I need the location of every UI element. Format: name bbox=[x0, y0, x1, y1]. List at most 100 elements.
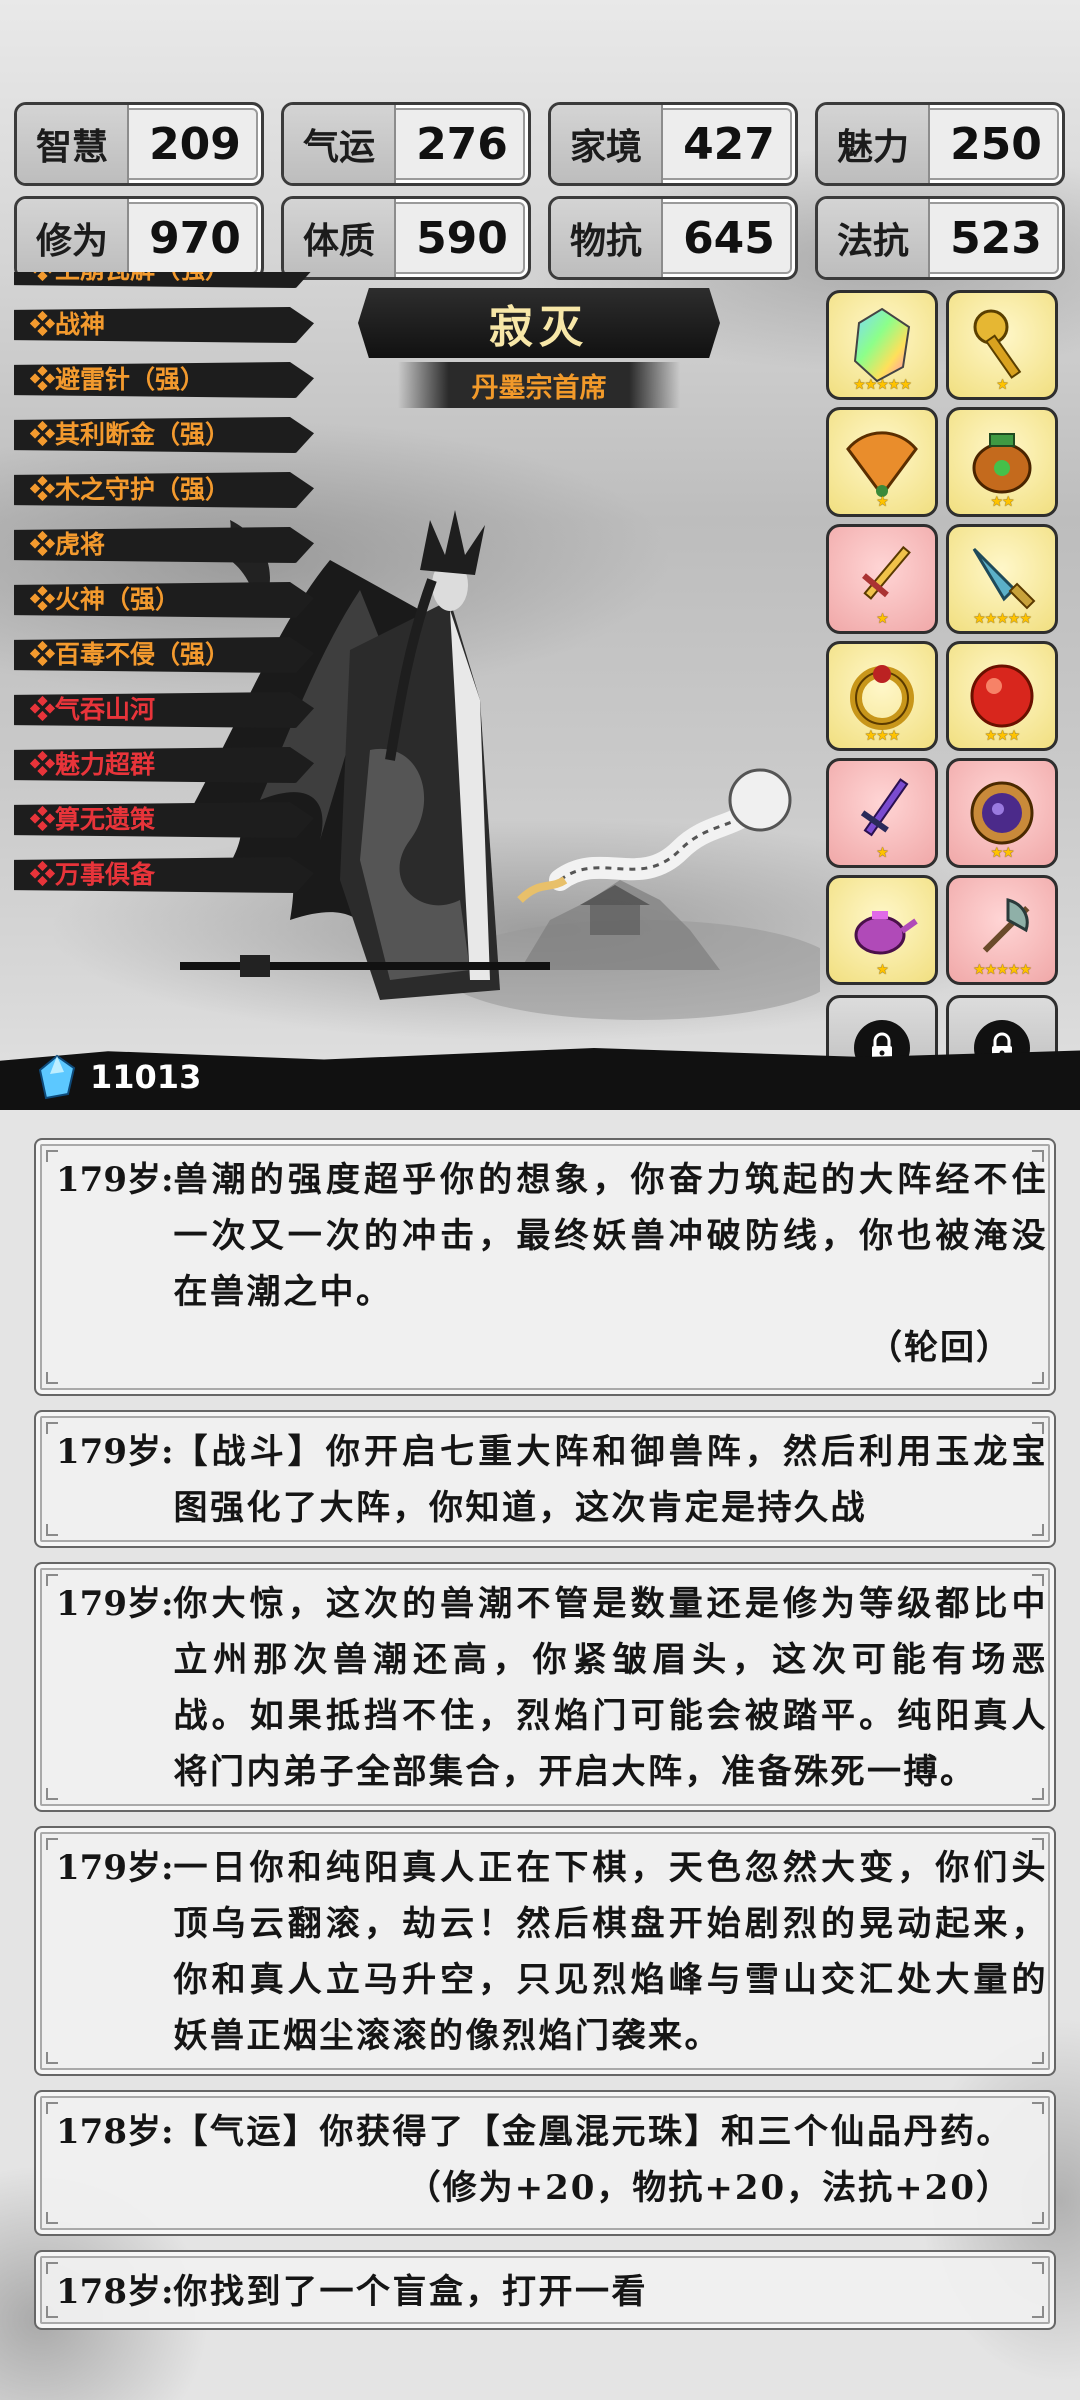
trait-label: ❖气吞山河 bbox=[30, 695, 156, 724]
traits-list: ❖土崩瓦解（强） ❖战神 ❖避雷针（强） ❖其利断金（强） ❖木之守护（强） ❖… bbox=[14, 272, 314, 908]
log-entry: 179岁: 一日你和纯阳真人正在下棋，天色忽然大变，你们头顶乌云翻滚，劫云！然后… bbox=[34, 1826, 1056, 2076]
trait-label: ❖百毒不侵（强） bbox=[30, 640, 231, 669]
gold-ring-icon bbox=[850, 665, 914, 730]
stat-label: 物抗 bbox=[551, 199, 663, 277]
item-stars: ★ bbox=[876, 962, 889, 978]
stat-label: 修为 bbox=[17, 199, 129, 277]
gem-count: 11013 bbox=[90, 1058, 202, 1096]
item-slot[interactable]: ★★★★★ bbox=[946, 524, 1058, 634]
stat-charm: 魅力 250 bbox=[815, 102, 1065, 186]
item-stars: ★ bbox=[876, 845, 889, 861]
item-stars: ★★★★★ bbox=[973, 611, 1032, 627]
event-log[interactable]: 179岁: 兽潮的强度超乎你的想象，你奋力筑起的大阵经不住一次又一次的冲击，最终… bbox=[34, 1138, 1056, 2344]
item-slot[interactable]: ★ bbox=[826, 524, 938, 634]
stat-constitution: 体质 590 bbox=[281, 196, 531, 280]
folding-fan-icon bbox=[846, 431, 918, 498]
log-note: （修为+20，物抗+20，法抗+20） bbox=[406, 2168, 1012, 2208]
stat-value: 645 bbox=[683, 212, 775, 264]
character-name: 寂灭 bbox=[358, 288, 720, 358]
item-slot[interactable]: ★ bbox=[826, 758, 938, 868]
stat-value: 276 bbox=[416, 118, 508, 170]
stat-cultivation: 修为 970 bbox=[14, 196, 264, 280]
stat-magic-resist: 法抗 523 bbox=[815, 196, 1065, 280]
item-slot[interactable]: ★★★ bbox=[826, 641, 938, 751]
trait-label: ❖避雷针（强） bbox=[30, 365, 206, 394]
log-text: 【战斗】你开启七重大阵和御兽阵，然后利用玉龙宝图强化了大阵，你知道，这次肯定是持… bbox=[173, 1432, 1048, 1528]
trait-item[interactable]: ❖魅力超群 bbox=[14, 743, 314, 787]
item-slot[interactable]: ★★★ bbox=[946, 641, 1058, 751]
trait-item[interactable]: ❖算无遗策 bbox=[14, 798, 314, 842]
trait-label: ❖魅力超群 bbox=[30, 750, 156, 779]
log-text: 【气运】你获得了【金凰混元珠】和三个仙品丹药。 bbox=[173, 2112, 1014, 2152]
item-stars: ★★★★★ bbox=[973, 962, 1032, 978]
log-entry: 178岁: 你找到了一个盲盒，打开一看 bbox=[34, 2250, 1056, 2330]
item-slot[interactable]: ★ bbox=[946, 290, 1058, 400]
equipment-grid: ★★★★★ ★ ★ ★★ ★ ★★★★★ ★★★ ★★★ ★ ★★ ★ ★★★★… bbox=[826, 290, 1066, 1101]
item-slot[interactable]: ★ bbox=[826, 407, 938, 517]
stat-value: 209 bbox=[149, 118, 241, 170]
red-pearl-icon bbox=[970, 664, 1034, 728]
trait-item[interactable]: ❖木之守护（强） bbox=[14, 468, 314, 512]
log-note: （轮回） bbox=[868, 1328, 1012, 1368]
item-stars: ★★★ bbox=[984, 728, 1021, 744]
trait-item[interactable]: ❖战神 bbox=[14, 303, 314, 347]
log-text: 你大惊，这次的兽潮不管是数量还是修为等级都比中立州那次兽潮还高，你紧皱眉头，这次… bbox=[173, 1584, 1048, 1792]
trait-item[interactable]: ❖避雷针（强） bbox=[14, 358, 314, 402]
trait-label: ❖木之守护（强） bbox=[30, 475, 231, 504]
log-text: 一日你和纯阳真人正在下棋，天色忽然大变，你们头顶乌云翻滚，劫云！然后棋盘开始剧烈… bbox=[173, 1848, 1048, 2056]
trait-label: ❖战神 bbox=[30, 310, 106, 339]
item-stars: ★★ bbox=[990, 494, 1014, 510]
item-stars: ★★★★★ bbox=[853, 377, 912, 393]
log-age: 179岁: bbox=[56, 1160, 174, 1200]
trait-label: ❖火神（强） bbox=[30, 585, 181, 614]
blue-gem-icon bbox=[38, 1054, 76, 1100]
stat-label: 气运 bbox=[284, 105, 396, 183]
stat-value: 970 bbox=[149, 212, 241, 264]
item-slot[interactable]: ★ bbox=[826, 875, 938, 985]
stat-wisdom: 智慧 209 bbox=[14, 102, 264, 186]
trait-label: ❖万事俱备 bbox=[30, 860, 156, 889]
trait-label: ❖其利断金（强） bbox=[30, 420, 231, 449]
log-entry: 179岁: 兽潮的强度超乎你的想象，你奋力筑起的大阵经不住一次又一次的冲击，最终… bbox=[34, 1138, 1056, 1396]
trait-item[interactable]: ❖土崩瓦解（强） bbox=[14, 272, 314, 292]
golden-sword-icon bbox=[862, 545, 911, 600]
item-stars: ★★★ bbox=[864, 728, 901, 744]
log-text: 兽潮的强度超乎你的想象，你奋力筑起的大阵经不住一次又一次的冲击，最终妖兽冲破防线… bbox=[173, 1160, 1048, 1312]
log-age: 178岁: bbox=[56, 2272, 174, 2312]
jade-blade-icon bbox=[972, 547, 1036, 610]
stat-label: 法抗 bbox=[818, 199, 930, 277]
stat-value: 590 bbox=[416, 212, 508, 264]
stat-label: 家境 bbox=[551, 105, 663, 183]
trait-item[interactable]: ❖其利断金（强） bbox=[14, 413, 314, 457]
trait-item[interactable]: ❖百毒不侵（强） bbox=[14, 633, 314, 677]
stat-value: 523 bbox=[950, 212, 1042, 264]
gem-counter: 11013 bbox=[36, 1052, 201, 1102]
log-age: 179岁: bbox=[56, 1584, 174, 1624]
trait-item[interactable]: ❖虎将 bbox=[14, 523, 314, 567]
item-stars: ★ bbox=[996, 377, 1009, 393]
stat-value: 250 bbox=[950, 118, 1042, 170]
trait-item[interactable]: ❖万事俱备 bbox=[14, 853, 314, 897]
trait-item[interactable]: ❖气吞山河 bbox=[14, 688, 314, 732]
item-slot[interactable]: ★★★★★ bbox=[946, 875, 1058, 985]
trait-label: ❖土崩瓦解（强） bbox=[30, 272, 230, 284]
item-stars: ★ bbox=[876, 494, 889, 510]
log-entry: 179岁: 你大惊，这次的兽潮不管是数量还是修为等级都比中立州那次兽潮还高，你紧… bbox=[34, 1562, 1056, 1812]
purple-teapot-icon bbox=[854, 911, 918, 955]
log-age: 179岁: bbox=[56, 1432, 174, 1472]
stat-label: 魅力 bbox=[818, 105, 930, 183]
trait-label: ❖虎将 bbox=[30, 530, 106, 559]
log-entry: 178岁: 【气运】你获得了【金凰混元珠】和三个仙品丹药。 （修为+20，物抗+… bbox=[34, 2090, 1056, 2236]
item-slot[interactable]: ★★★★★ bbox=[826, 290, 938, 400]
log-entry: 179岁: 【战斗】你开启七重大阵和御兽阵，然后利用玉龙宝图强化了大阵，你知道，… bbox=[34, 1410, 1056, 1548]
stat-physical-resist: 物抗 645 bbox=[548, 196, 798, 280]
item-slot[interactable]: ★★ bbox=[946, 758, 1058, 868]
item-slot[interactable]: ★★ bbox=[946, 407, 1058, 517]
item-stars: ★ bbox=[876, 611, 889, 627]
trait-item[interactable]: ❖火神（强） bbox=[14, 578, 314, 622]
bronze-cauldron-icon bbox=[972, 433, 1032, 494]
log-age: 179岁: bbox=[56, 1848, 174, 1888]
stat-value: 427 bbox=[683, 118, 775, 170]
stat-family: 家境 427 bbox=[548, 102, 798, 186]
item-stars: ★★ bbox=[990, 845, 1014, 861]
